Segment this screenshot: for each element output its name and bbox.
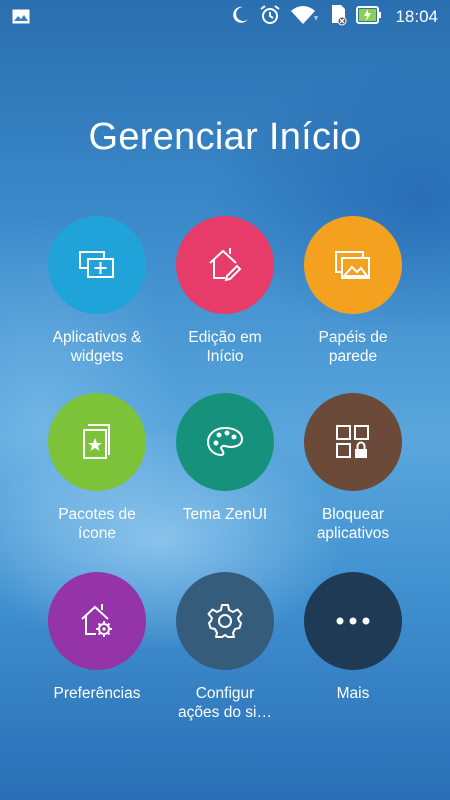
battery-charging-icon [356, 5, 382, 29]
tile-icon-pack[interactable]: Pacotes de ícone [32, 393, 162, 543]
tile-label: Preferências [53, 685, 141, 702]
app-lock-icon [304, 393, 402, 491]
status-time: 18:04 [395, 7, 438, 26]
tile-label: Mais [336, 685, 370, 702]
tile-app-lock[interactable]: Bloquear aplicativos [288, 393, 418, 543]
status-bar: 18:04 [0, 0, 450, 34]
home-edit-icon [176, 216, 274, 314]
tile-zenui-theme[interactable]: Tema ZenUI [160, 393, 290, 524]
home-settings-icon [48, 572, 146, 670]
tile-label: Edição em Início [188, 329, 262, 365]
tile-settings[interactable]: Configur ações do si… [160, 572, 290, 722]
tile-home-edit[interactable]: Edição em Início [160, 216, 290, 366]
tile-label: Bloquear aplicativos [316, 506, 390, 542]
tile-label: Configur ações do si… [178, 685, 272, 721]
palette-icon [176, 393, 274, 491]
tile-label: Aplicativos & widgets [52, 329, 142, 365]
tile-label: Papéis de parede [318, 329, 388, 365]
page-title: Gerenciar Início [88, 116, 362, 158]
tile-label: Pacotes de ícone [58, 506, 136, 542]
tile-label: Tema ZenUI [182, 506, 268, 523]
more-icon [304, 572, 402, 670]
alarm-icon [259, 4, 281, 31]
gear-icon [176, 572, 274, 670]
wallpaper-icon [304, 216, 402, 314]
gallery-icon [12, 9, 30, 29]
tile-preferences[interactable]: Preferências [32, 572, 162, 703]
wifi-icon [290, 4, 320, 31]
sd-card-icon [329, 4, 347, 31]
moon-icon [230, 5, 250, 30]
icon-pack-icon [48, 393, 146, 491]
tile-more[interactable]: Mais [288, 572, 418, 703]
tile-apps-widgets[interactable]: Aplicativos & widgets [32, 216, 162, 366]
apps-widgets-icon [48, 216, 146, 314]
tile-wallpaper[interactable]: Papéis de parede [288, 216, 418, 366]
